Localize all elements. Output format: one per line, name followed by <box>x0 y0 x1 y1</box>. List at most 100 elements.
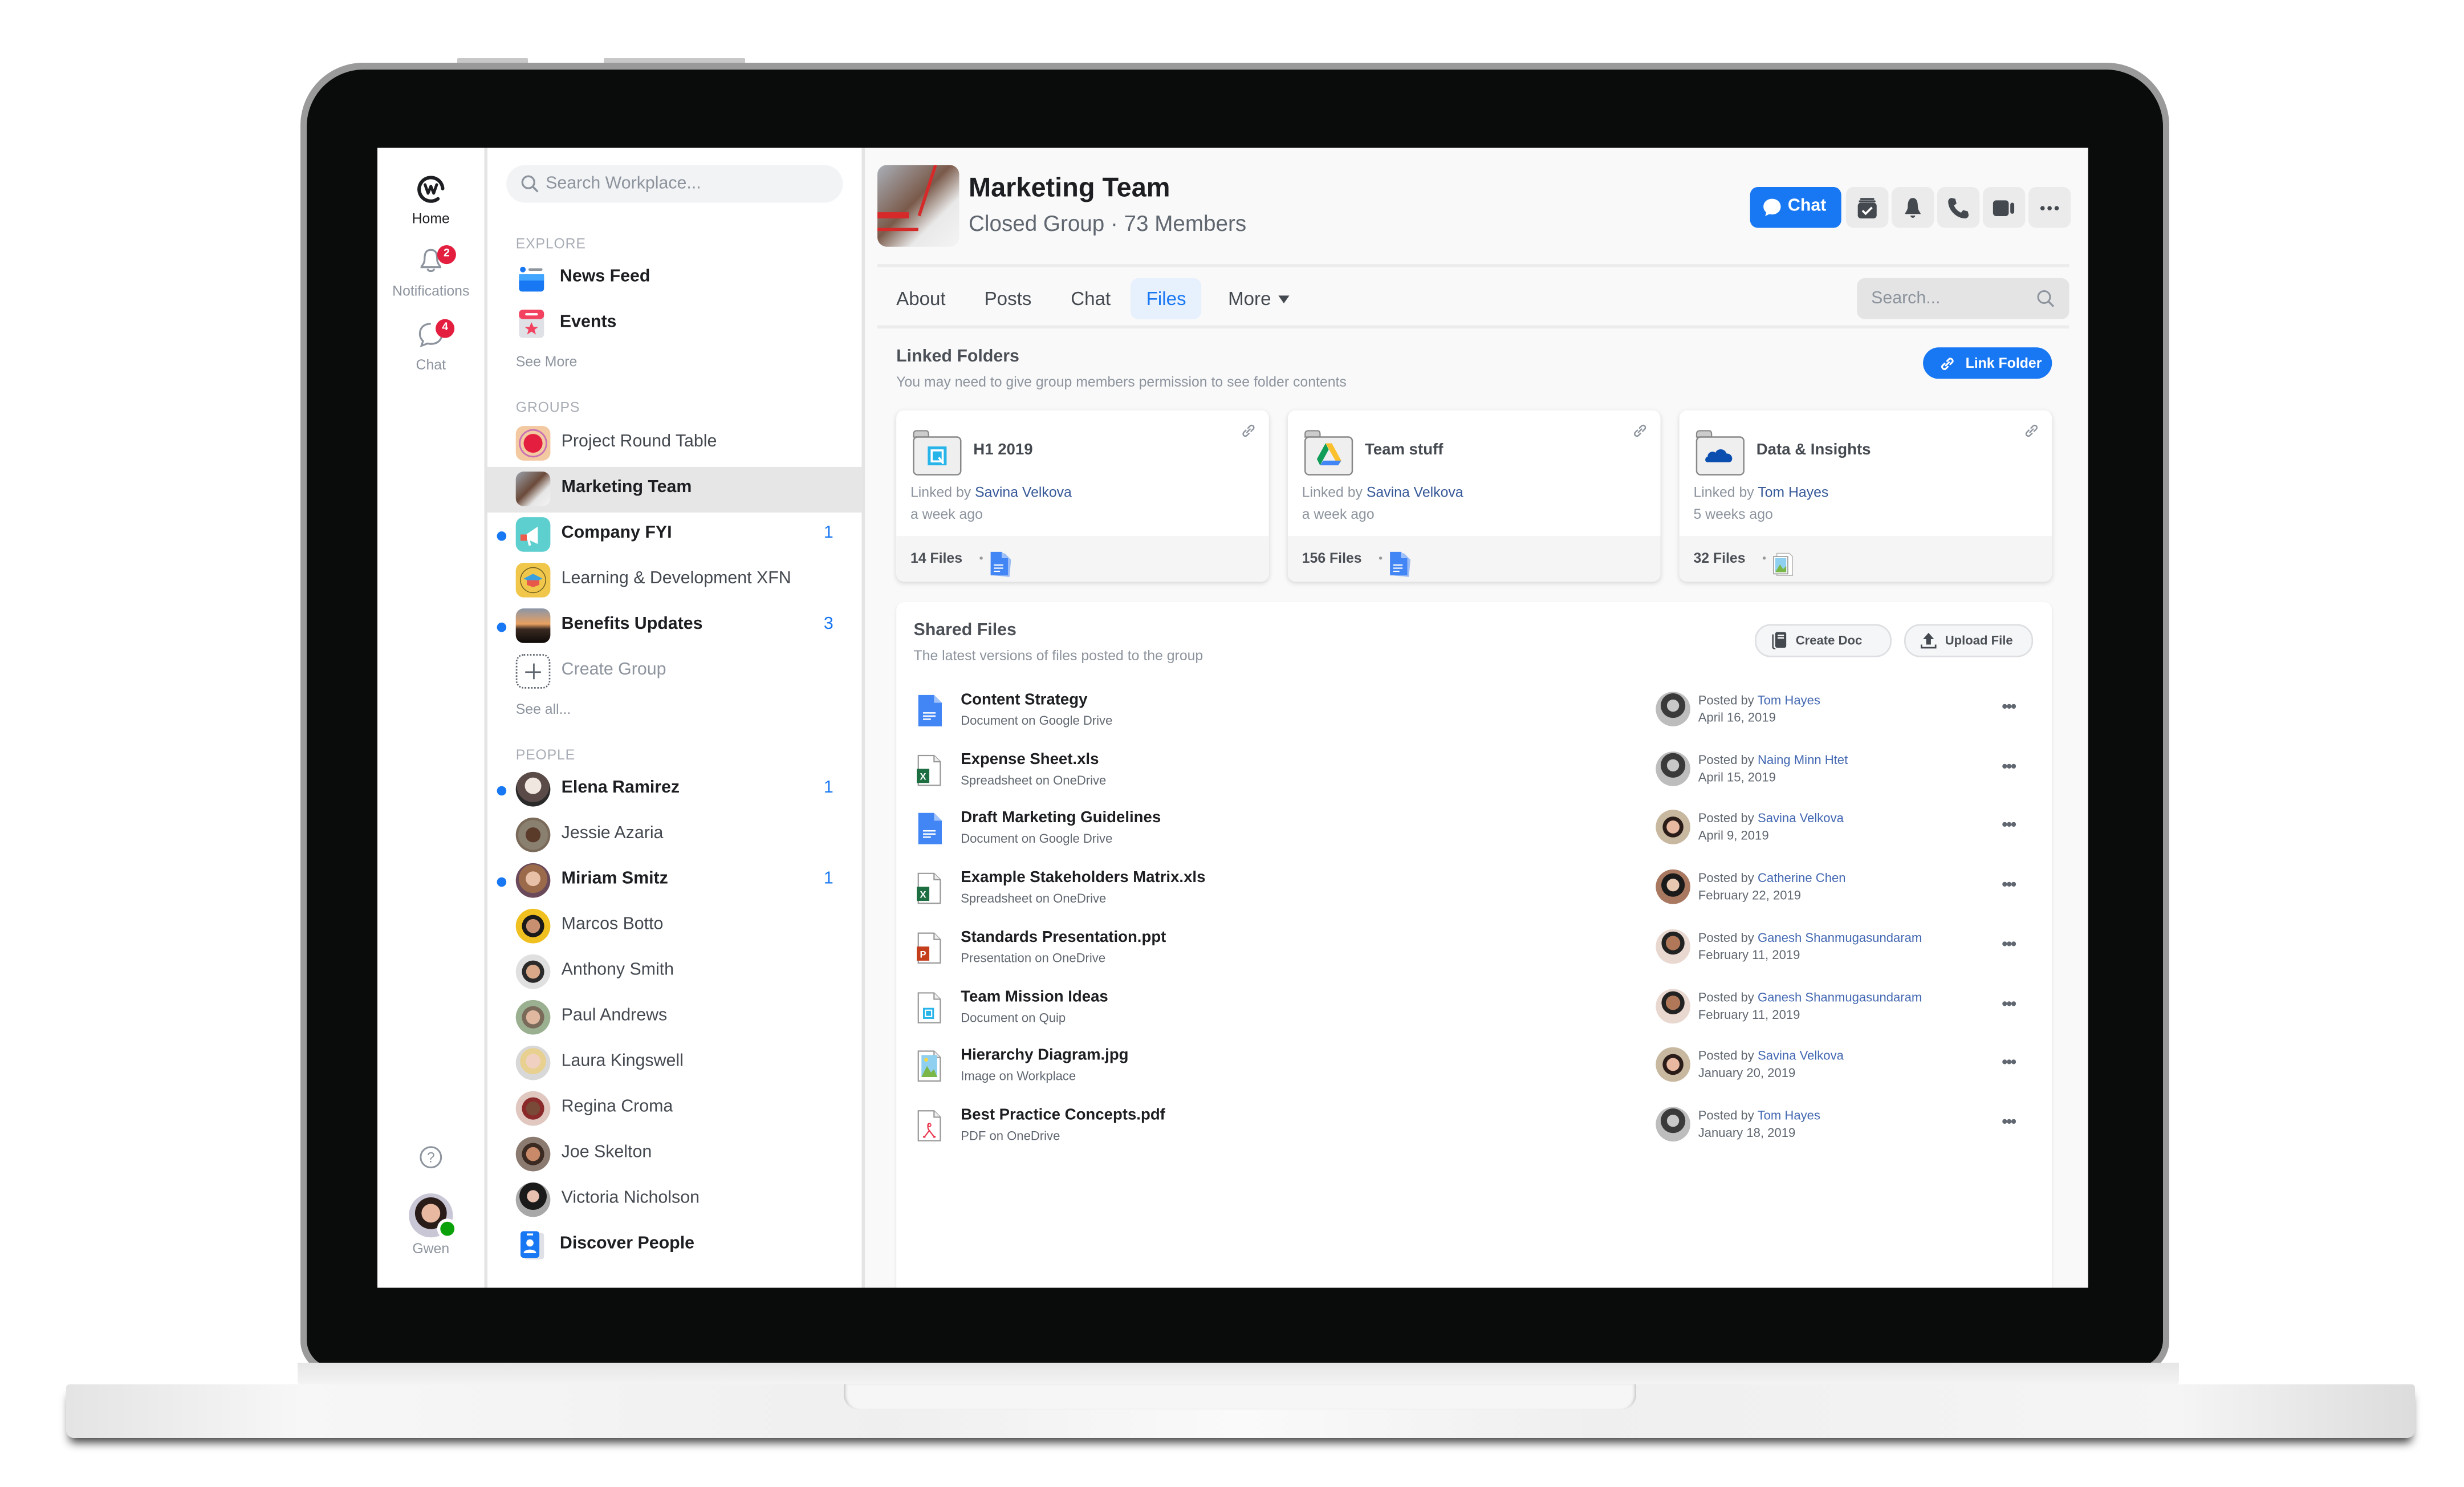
discover-people-button[interactable]: Discover People <box>487 1223 861 1269</box>
poster-link[interactable]: Catherine Chen <box>1758 871 1846 885</box>
shared-file-row[interactable]: Hierarchy Diagram.jpg Image on Workplace P… <box>896 1045 2052 1104</box>
linked-folder-card[interactable]: Data & Insights Linked by Tom Hayes 5 week… <box>1679 410 2052 582</box>
file-name[interactable]: Hierarchy Diagram.jpg <box>961 1047 1128 1065</box>
rail-notifications[interactable]: 2 Notifications <box>377 245 485 299</box>
linked-by-user-link[interactable]: Tom Hayes <box>1758 484 1828 500</box>
person-item[interactable]: Jessie Azaria <box>487 813 861 859</box>
group-item-learning-development[interactable]: Learning & Development XFN <box>487 558 861 604</box>
shared-file-row[interactable]: Best Practice Concepts.pdf PDF on OneDriv… <box>896 1104 2052 1164</box>
user-profile[interactable]: Gwen <box>377 1193 485 1256</box>
person-item[interactable]: Laura Kingswell <box>487 1041 861 1087</box>
person-item[interactable]: Joe Skelton <box>487 1132 861 1178</box>
shared-file-row[interactable]: X Expense Sheet.xls Spreadsheet on OneDriv… <box>896 748 2052 808</box>
more-options-button[interactable] <box>2028 186 2071 228</box>
mark-read-button[interactable] <box>1845 186 1889 228</box>
news-feed-icon <box>519 266 544 292</box>
file-more-button[interactable]: ••• <box>2002 698 2016 717</box>
group-item-benefits-updates[interactable]: Benefits Updates 3 <box>487 604 861 649</box>
poster-link[interactable]: Savina Velkova <box>1758 812 1844 826</box>
laptop-notch <box>844 1384 1636 1409</box>
poster-link[interactable]: Tom Hayes <box>1758 1108 1820 1123</box>
discover-people-label: Discover People <box>559 1234 694 1253</box>
link-icon[interactable] <box>2024 423 2040 439</box>
link-icon[interactable] <box>1632 423 1648 439</box>
file-name[interactable]: Standards Presentation.ppt <box>961 929 1166 946</box>
see-more-link[interactable]: See More <box>516 354 578 369</box>
link-folder-button[interactable]: Link Folder <box>1923 347 2052 379</box>
tab-files[interactable]: Files <box>1131 278 1202 319</box>
tab-about[interactable]: About <box>881 278 962 319</box>
link-icon[interactable] <box>1241 423 1257 439</box>
nav-item-events[interactable]: Events <box>487 302 861 347</box>
tab-chat[interactable]: Chat <box>1055 278 1127 319</box>
call-button[interactable] <box>1937 186 1980 228</box>
shared-file-row[interactable]: Content Strategy Document on Google Drive… <box>896 689 2052 749</box>
tab-more[interactable]: More <box>1212 278 1302 319</box>
shared-file-row[interactable]: X Example Stakeholders Matrix.xls Spreadsh… <box>896 867 2052 927</box>
person-item[interactable]: Paul Andrews <box>487 996 861 1041</box>
file-name[interactable]: Best Practice Concepts.pdf <box>961 1107 1165 1124</box>
shared-file-row[interactable]: Draft Marketing Guidelines Document on Go… <box>896 807 2052 867</box>
upload-file-button[interactable]: Upload File <box>1904 624 2034 657</box>
notifications-button[interactable] <box>1891 186 1934 228</box>
file-name[interactable]: Draft Marketing Guidelines <box>961 810 1161 827</box>
file-more-button[interactable]: ••• <box>2002 935 2016 954</box>
file-more-button[interactable]: ••• <box>2002 757 2016 776</box>
poster-link[interactable]: Ganesh Shanmugasundaram <box>1758 931 1922 945</box>
poster-link[interactable]: Savina Velkova <box>1758 1049 1844 1063</box>
person-item[interactable]: Marcos Botto <box>487 904 861 950</box>
see-all-groups-link[interactable]: See all... <box>516 701 571 717</box>
person-item[interactable]: Miriam Smitz 1 <box>487 859 861 904</box>
video-call-button[interactable] <box>1982 186 2026 228</box>
group-chat-button[interactable]: Chat <box>1750 186 1841 228</box>
poster-avatar <box>1656 1047 1690 1082</box>
app-screen: Home 2 Notifications 4 Chat ? Gwen Searc… <box>377 148 2088 1288</box>
group-avatar <box>515 517 551 552</box>
poster-link[interactable]: Naing Minn Htet <box>1758 753 1848 767</box>
search-icon <box>2037 290 2055 307</box>
shared-file-row[interactable]: Team Mission Ideas Document on Quip Posted… <box>896 985 2052 1045</box>
unread-count: 1 <box>823 778 833 798</box>
group-name: Company FYI <box>561 523 672 543</box>
posted-by-prefix: Posted by <box>1698 752 1758 767</box>
file-more-button[interactable]: ••• <box>2002 994 2016 1013</box>
linked-by-user-link[interactable]: Savina Velkova <box>975 484 1072 500</box>
group-search-input[interactable]: Search... <box>1857 278 2069 319</box>
person-item[interactable]: Regina Croma <box>487 1087 861 1132</box>
app-rail: Home 2 Notifications 4 Chat ? Gwen <box>377 148 485 1288</box>
group-name: Project Round Table <box>561 432 717 452</box>
poster-link[interactable]: Ganesh Shanmugasundaram <box>1758 990 1922 1004</box>
shared-file-row[interactable]: P Standards Presentation.ppt Presentation … <box>896 926 2052 986</box>
file-source: Document on Google Drive <box>961 832 1113 847</box>
create-group-button[interactable]: Create Group <box>487 649 861 695</box>
person-item[interactable]: Anthony Smith <box>487 950 861 996</box>
file-more-button[interactable]: ••• <box>2002 816 2016 835</box>
file-name[interactable]: Team Mission Ideas <box>961 988 1108 1005</box>
tab-posts[interactable]: Posts <box>969 278 1047 319</box>
file-more-button[interactable]: ••• <box>2002 1113 2016 1132</box>
person-item[interactable]: Elena Ramirez 1 <box>487 767 861 813</box>
person-item[interactable]: Victoria Nicholson <box>487 1177 861 1223</box>
file-name[interactable]: Content Strategy <box>961 692 1087 709</box>
group-item-project-round-table[interactable]: Project Round Table <box>487 421 861 467</box>
rail-home[interactable]: Home <box>377 173 485 226</box>
rail-chat[interactable]: 4 Chat <box>377 319 485 372</box>
posted-date: February 22, 2019 <box>1698 888 1802 903</box>
posted-date: January 18, 2019 <box>1698 1126 1796 1140</box>
create-doc-button[interactable]: Create Doc <box>1755 624 1892 657</box>
workplace-search-input[interactable]: Search Workplace... <box>506 165 843 203</box>
linked-by-user-link[interactable]: Savina Velkova <box>1367 484 1463 500</box>
group-item-company-fyi[interactable]: Company FYI 1 <box>487 513 861 558</box>
nav-item-news-feed[interactable]: News Feed <box>487 256 861 302</box>
help-button[interactable]: ? <box>377 1145 485 1173</box>
linked-folder-card[interactable]: H1 2019 Linked by Savina Velkova a week ag… <box>896 410 1269 582</box>
file-more-button[interactable]: ••• <box>2002 1054 2016 1072</box>
file-more-button[interactable]: ••• <box>2002 876 2016 895</box>
person-avatar <box>515 1182 551 1217</box>
file-name[interactable]: Expense Sheet.xls <box>961 751 1099 768</box>
file-name[interactable]: Example Stakeholders Matrix.xls <box>961 870 1205 887</box>
poster-link[interactable]: Tom Hayes <box>1758 693 1820 708</box>
separator-dot <box>1379 556 1383 560</box>
linked-folder-card[interactable]: Team stuff Linked by Savina Velkova a week… <box>1287 410 1661 582</box>
group-item-marketing-team[interactable]: Marketing Team <box>487 466 862 513</box>
